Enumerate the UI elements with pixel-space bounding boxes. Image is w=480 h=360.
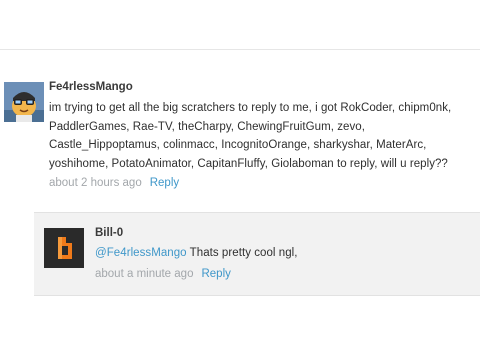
top-divider bbox=[0, 49, 480, 50]
reply-meta: about a minute ago Reply bbox=[95, 268, 231, 280]
reply-button[interactable]: Reply bbox=[201, 268, 230, 280]
reply-text: @Fe4rlessMango Thats pretty cool ngl, bbox=[95, 244, 298, 263]
reply-timestamp: about a minute ago bbox=[95, 268, 194, 280]
comment-username[interactable]: Fe4rlessMango bbox=[49, 81, 133, 93]
comment-text-line: Castle_Hippoptamus, colinmacc, Incognito… bbox=[49, 139, 427, 152]
comment-text-line: yoshihome, PotatoAnimator, CapitanFluffy… bbox=[49, 158, 448, 171]
reply-text-body: Thats pretty cool ngl, bbox=[186, 247, 298, 259]
goggles-character-avatar-icon[interactable] bbox=[4, 82, 44, 122]
comment-meta: about 2 hours ago Reply bbox=[49, 177, 179, 189]
comment-text-line: im trying to get all the big scratchers … bbox=[49, 102, 452, 114]
comment-timestamp: about 2 hours ago bbox=[49, 177, 142, 189]
comment-text: im trying to get all the big scratchers … bbox=[49, 99, 474, 174]
reply-username[interactable]: Bill-0 bbox=[95, 227, 123, 239]
reply-button[interactable]: Reply bbox=[150, 177, 179, 189]
mention-link[interactable]: @Fe4rlessMango bbox=[95, 247, 187, 259]
orange-logo-avatar-icon[interactable] bbox=[44, 228, 84, 268]
comment-text-line: PaddlerGames, Rae-TV, theCharpy, Chewing… bbox=[49, 120, 365, 133]
